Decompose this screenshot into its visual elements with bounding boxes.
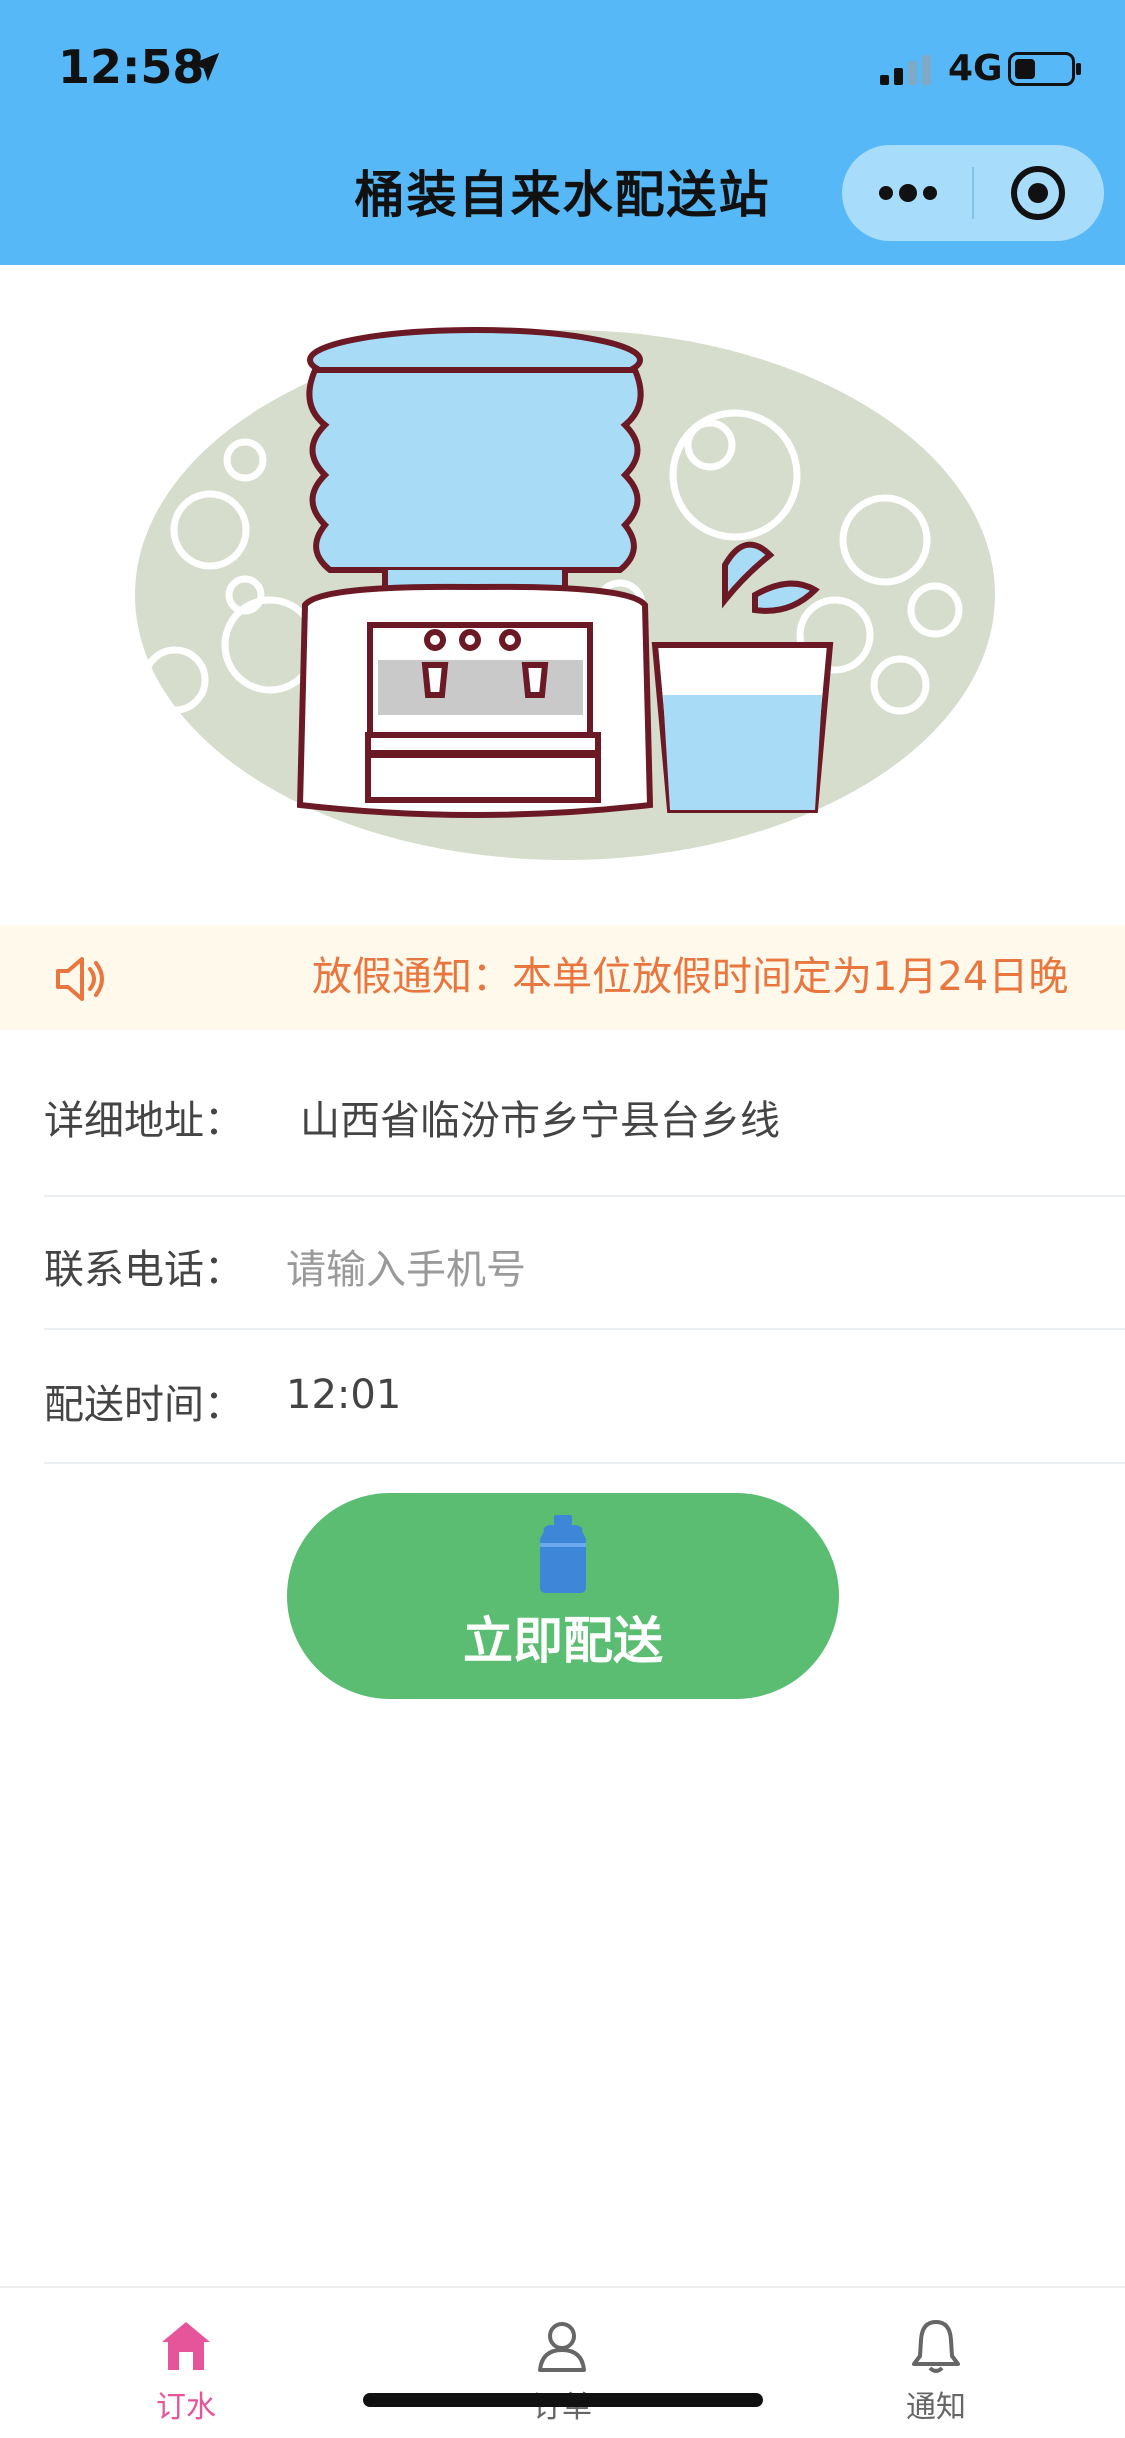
mini-program-capsule	[842, 145, 1104, 241]
more-button[interactable]	[842, 145, 972, 241]
address-label: 详细地址：	[44, 1098, 244, 1144]
tab-notifications[interactable]: 通知	[836, 2288, 1036, 2438]
address-value[interactable]: 山西省临汾市乡宁县台乡线	[300, 1088, 780, 1146]
target-icon	[1011, 166, 1065, 220]
signal-icon	[880, 55, 931, 85]
nav-bar: 桶装自来水配送站	[0, 135, 1125, 265]
tab-order-water[interactable]: 订水	[86, 2288, 286, 2438]
water-bottle-icon	[540, 1515, 586, 1593]
notice-text: 放假通知：本单位放假时间定为1月24日晚	[312, 954, 1069, 1000]
network-type: 4G	[948, 48, 1003, 89]
home-indicator[interactable]	[363, 2393, 763, 2407]
status-time: 12:58	[58, 40, 205, 94]
phone-input[interactable]: 请输入手机号	[286, 1237, 526, 1295]
speaker-icon	[56, 957, 104, 1001]
time-picker[interactable]: 12:01	[286, 1372, 401, 1418]
tab-notifications-label: 通知	[906, 2390, 966, 2425]
user-icon	[538, 2322, 586, 2372]
bell-icon	[912, 2320, 960, 2373]
status-bar: 12:58 4G	[0, 0, 1125, 135]
home-icon	[162, 2322, 210, 2370]
deliver-now-label: 立即配送	[463, 1612, 663, 1670]
time-row: 配送时间： 12:01	[44, 1330, 1125, 1464]
phone-row: 联系电话： 请输入手机号	[44, 1197, 1125, 1330]
tab-order-water-label: 订水	[156, 2390, 216, 2425]
address-row: 详细地址： 山西省临汾市乡宁县台乡线	[44, 1030, 1125, 1197]
tab-orders[interactable]: 订单	[462, 2288, 662, 2438]
time-label: 配送时间：	[44, 1382, 244, 1428]
hero-banner	[0, 265, 1125, 925]
phone-label: 联系电话：	[44, 1247, 244, 1293]
close-mini-program-button[interactable]	[974, 145, 1104, 241]
location-arrow-icon	[190, 52, 220, 82]
notice-bar[interactable]: 放假通知：本单位放假时间定为1月24日晚	[0, 925, 1125, 1030]
deliver-now-button[interactable]: 立即配送	[287, 1493, 839, 1699]
tab-bar: 订水 订单 通知	[0, 2286, 1125, 2438]
more-dots-icon	[879, 184, 937, 202]
water-dispenser-illustration	[135, 327, 995, 860]
battery-icon	[1008, 52, 1081, 86]
